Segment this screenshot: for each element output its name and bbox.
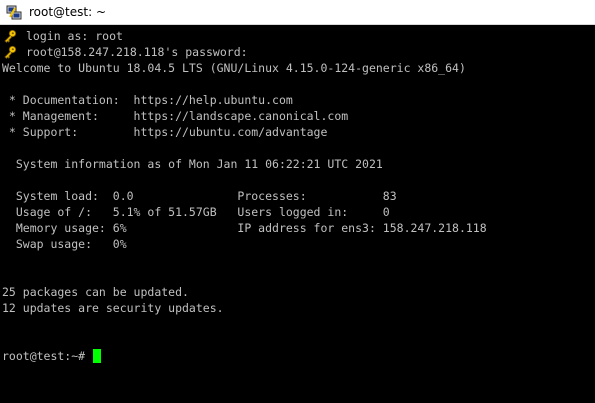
terminal-text: System information as of Mon Jan 11 06:2… bbox=[2, 157, 383, 171]
terminal-line-sysinfo: System information as of Mon Jan 11 06:2… bbox=[2, 156, 592, 172]
terminal-line-load: System load: 0.0 Processes: 83 bbox=[2, 188, 592, 204]
terminal-text: Memory usage: 6% IP address for ens3: 15… bbox=[2, 221, 487, 235]
terminal-window: root@test: ~ login as: root root@158.247.… bbox=[0, 0, 595, 403]
terminal-line-blank3 bbox=[2, 172, 592, 188]
terminal-text: * Management: https://landscape.canonica… bbox=[2, 109, 349, 123]
terminal-text: root@158.247.218.118's password: bbox=[26, 45, 248, 59]
terminal-text: login as: root bbox=[26, 29, 123, 43]
terminal-line-blank2 bbox=[2, 140, 592, 156]
title-bar[interactable]: root@test: ~ bbox=[0, 0, 595, 25]
terminal-text: root@test:~# bbox=[2, 349, 93, 363]
terminal-line-blank1 bbox=[2, 76, 592, 92]
terminal-line-blank4 bbox=[2, 252, 592, 268]
key-icon bbox=[4, 45, 17, 59]
putty-icon bbox=[6, 5, 22, 20]
terminal-line-prompt: root@test:~# bbox=[2, 348, 592, 364]
terminal-text: Swap usage: 0% bbox=[2, 237, 127, 251]
terminal-text: 12 updates are security updates. bbox=[2, 301, 224, 315]
terminal-output[interactable]: login as: root root@158.247.218.118's pas… bbox=[2, 28, 592, 400]
terminal-line-blank6 bbox=[2, 316, 592, 332]
terminal-line-password: root@158.247.218.118's password: bbox=[2, 44, 592, 60]
terminal-text: System load: 0.0 Processes: 83 bbox=[2, 189, 397, 203]
terminal-text: * Documentation: https://help.ubuntu.com bbox=[2, 93, 293, 107]
terminal-text: Welcome to Ubuntu 18.04.5 LTS (GNU/Linux… bbox=[2, 61, 466, 75]
terminal-cursor[interactable] bbox=[93, 349, 102, 363]
terminal-line-usage: Usage of /: 5.1% of 51.57GB Users logged… bbox=[2, 204, 592, 220]
terminal-line-doc: * Documentation: https://help.ubuntu.com bbox=[2, 92, 592, 108]
terminal-line-blank5 bbox=[2, 268, 592, 284]
key-icon bbox=[4, 29, 17, 43]
terminal-text: 25 packages can be updated. bbox=[2, 285, 189, 299]
terminal-line-mgmt: * Management: https://landscape.canonica… bbox=[2, 108, 592, 124]
terminal-line-memory: Memory usage: 6% IP address for ens3: 15… bbox=[2, 220, 592, 236]
terminal-text: * Support: https://ubuntu.com/advantage bbox=[2, 125, 328, 139]
terminal-text: Usage of /: 5.1% of 51.57GB Users logged… bbox=[2, 205, 390, 219]
terminal-line-support: * Support: https://ubuntu.com/advantage bbox=[2, 124, 592, 140]
window-title: root@test: ~ bbox=[29, 5, 107, 19]
terminal-line-swap: Swap usage: 0% bbox=[2, 236, 592, 252]
terminal-line-login: login as: root bbox=[2, 28, 592, 44]
terminal-line-blank7 bbox=[2, 332, 592, 348]
terminal-line-packages: 25 packages can be updated. bbox=[2, 284, 592, 300]
terminal-line-welcome: Welcome to Ubuntu 18.04.5 LTS (GNU/Linux… bbox=[2, 60, 592, 76]
terminal-line-security: 12 updates are security updates. bbox=[2, 300, 592, 316]
